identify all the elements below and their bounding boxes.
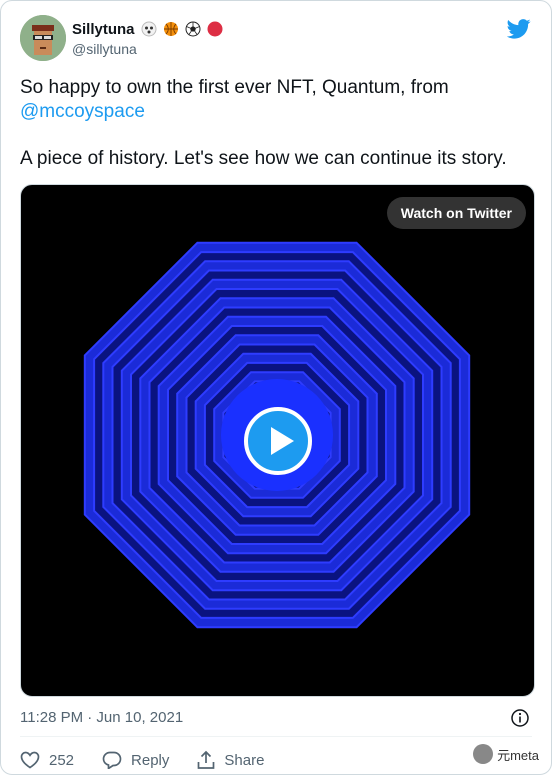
red-circle-emoji-icon: [207, 21, 223, 37]
basketball-emoji-icon: [163, 22, 178, 36]
face-emoji-icon: [141, 21, 157, 37]
reply-label: Reply: [131, 751, 170, 769]
divider: [20, 736, 532, 737]
heart-icon: [20, 751, 40, 769]
tweet-text-line-1: So happy to own the first ever NFT, Quan…: [20, 76, 540, 124]
reply-icon: [102, 751, 122, 769]
user-handle[interactable]: @sillytuna: [72, 41, 223, 57]
tweet-text-line-2: A piece of history. Let's see how we can…: [20, 148, 507, 169]
avatar[interactable]: [20, 15, 66, 61]
display-name[interactable]: Sillytuna: [72, 21, 135, 38]
watermark-text: 元meta: [497, 747, 539, 763]
like-button[interactable]: 252: [20, 751, 74, 769]
mention-link[interactable]: @mccoyspace: [20, 101, 145, 122]
action-bar: 252 Reply Share: [20, 748, 292, 772]
tweet-text-part-1: So happy to own the first ever NFT, Quan…: [20, 77, 449, 98]
tweet-header: Sillytuna @sillytuna: [20, 15, 537, 63]
user-info: Sillytuna @sillytuna: [72, 18, 223, 57]
share-label: Share: [224, 751, 265, 769]
share-icon: [198, 750, 215, 769]
name-row: Sillytuna: [72, 18, 223, 40]
like-count: 252: [49, 751, 75, 769]
video-media[interactable]: Watch on Twitter: [20, 184, 535, 697]
watch-on-twitter-button[interactable]: Watch on Twitter: [386, 197, 526, 229]
tweet-card: Sillytuna @sillytuna So happy to own the…: [0, 0, 552, 775]
info-icon[interactable]: [511, 709, 529, 727]
soccer-ball-emoji-icon: [185, 21, 201, 37]
share-button[interactable]: Share: [197, 750, 264, 770]
watermark: 元meta: [473, 744, 539, 764]
tweet-timestamp[interactable]: 11:28 PM · Jun 10, 2021: [20, 709, 183, 726]
reply-button[interactable]: Reply: [102, 751, 169, 769]
tweet-text: So happy to own the first ever NFT, Quan…: [20, 76, 540, 171]
chat-bubble-icon: [473, 744, 494, 764]
play-button[interactable]: [244, 407, 312, 475]
play-icon: [271, 427, 294, 455]
timestamp-row: 11:28 PM · Jun 10, 2021: [20, 709, 531, 729]
twitter-bird-icon[interactable]: [507, 19, 531, 39]
